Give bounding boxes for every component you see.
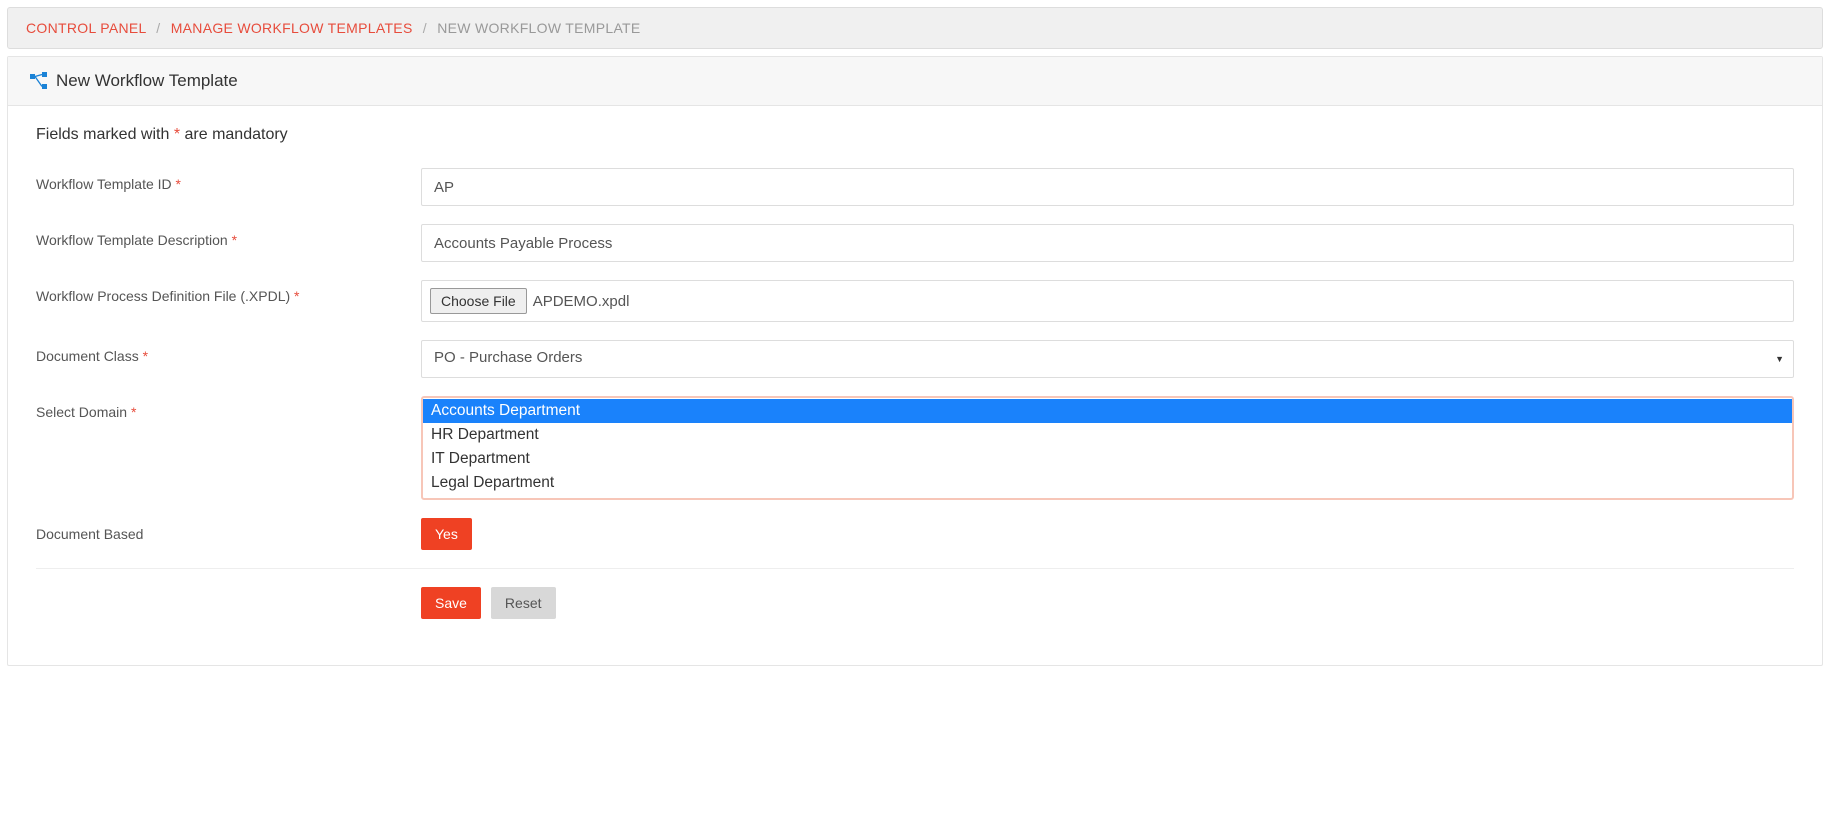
domain-option[interactable]: IT Department [423,447,1792,471]
mandatory-note: Fields marked with * are mandatory [36,126,1794,144]
xpdl-filename: APDEMO.xpdl [533,293,630,310]
label-text: Document Based [36,526,143,542]
label-text: Select Domain [36,404,127,420]
domain-option[interactable]: Legal Department [423,471,1792,495]
label-text: Workflow Template ID [36,176,172,192]
row-xpdl: Workflow Process Definition File (.XPDL)… [36,280,1794,322]
save-button[interactable]: Save [421,587,481,619]
xpdl-file-field: Choose File APDEMO.xpdl [421,280,1794,322]
row-doc-based: Document Based Yes [36,518,1794,550]
template-desc-input[interactable] [421,224,1794,262]
label-xpdl: Workflow Process Definition File (.XPDL)… [36,280,421,304]
label-text: Workflow Process Definition File (.XPDL) [36,288,290,304]
breadcrumb-link-control-panel[interactable]: CONTROL PANEL [26,20,146,36]
panel-body: Fields marked with * are mandatory Workf… [8,106,1822,665]
label-text: Document Class [36,348,139,364]
label-domain: Select Domain * [36,396,421,420]
row-doc-class: Document Class * PO - Purchase Orders ▼ [36,340,1794,378]
choose-file-button[interactable]: Choose File [430,288,527,314]
breadcrumb-separator: / [423,20,427,36]
row-domain: Select Domain * Accounts DepartmentHR De… [36,396,1794,500]
breadcrumb-link-manage-workflow-templates[interactable]: MANAGE WORKFLOW TEMPLATES [171,20,413,36]
row-template-desc: Workflow Template Description * [36,224,1794,262]
panel-new-workflow-template: New Workflow Template Fields marked with… [7,56,1823,666]
panel-title: New Workflow Template [56,71,238,91]
mandatory-note-prefix: Fields marked with [36,126,174,143]
domain-option[interactable]: HR Department [423,423,1792,447]
asterisk-icon: * [131,404,136,420]
workflow-icon [30,72,48,90]
divider [36,568,1794,569]
label-doc-based: Document Based [36,518,421,542]
label-text: Workflow Template Description [36,232,228,248]
asterisk-icon: * [143,348,148,364]
panel-header: New Workflow Template [8,57,1822,106]
row-actions: Save Reset [36,587,1794,619]
asterisk-icon: * [294,288,299,304]
label-template-id: Workflow Template ID * [36,168,421,192]
asterisk-icon: * [232,232,237,248]
row-template-id: Workflow Template ID * [36,168,1794,206]
doc-based-toggle[interactable]: Yes [421,518,472,550]
actions-spacer [36,587,421,595]
asterisk-icon: * [176,176,181,192]
label-template-desc: Workflow Template Description * [36,224,421,248]
domain-option[interactable]: Accounts Department [423,399,1792,423]
label-doc-class: Document Class * [36,340,421,364]
reset-button[interactable]: Reset [491,587,556,619]
breadcrumb-separator: / [156,20,160,36]
breadcrumb-current: NEW WORKFLOW TEMPLATE [437,20,640,36]
domain-multiselect[interactable]: Accounts DepartmentHR DepartmentIT Depar… [421,396,1794,500]
doc-class-select[interactable]: PO - Purchase Orders [421,340,1794,378]
mandatory-note-suffix: are mandatory [180,126,288,143]
breadcrumb: CONTROL PANEL / MANAGE WORKFLOW TEMPLATE… [7,7,1823,49]
template-id-input[interactable] [421,168,1794,206]
